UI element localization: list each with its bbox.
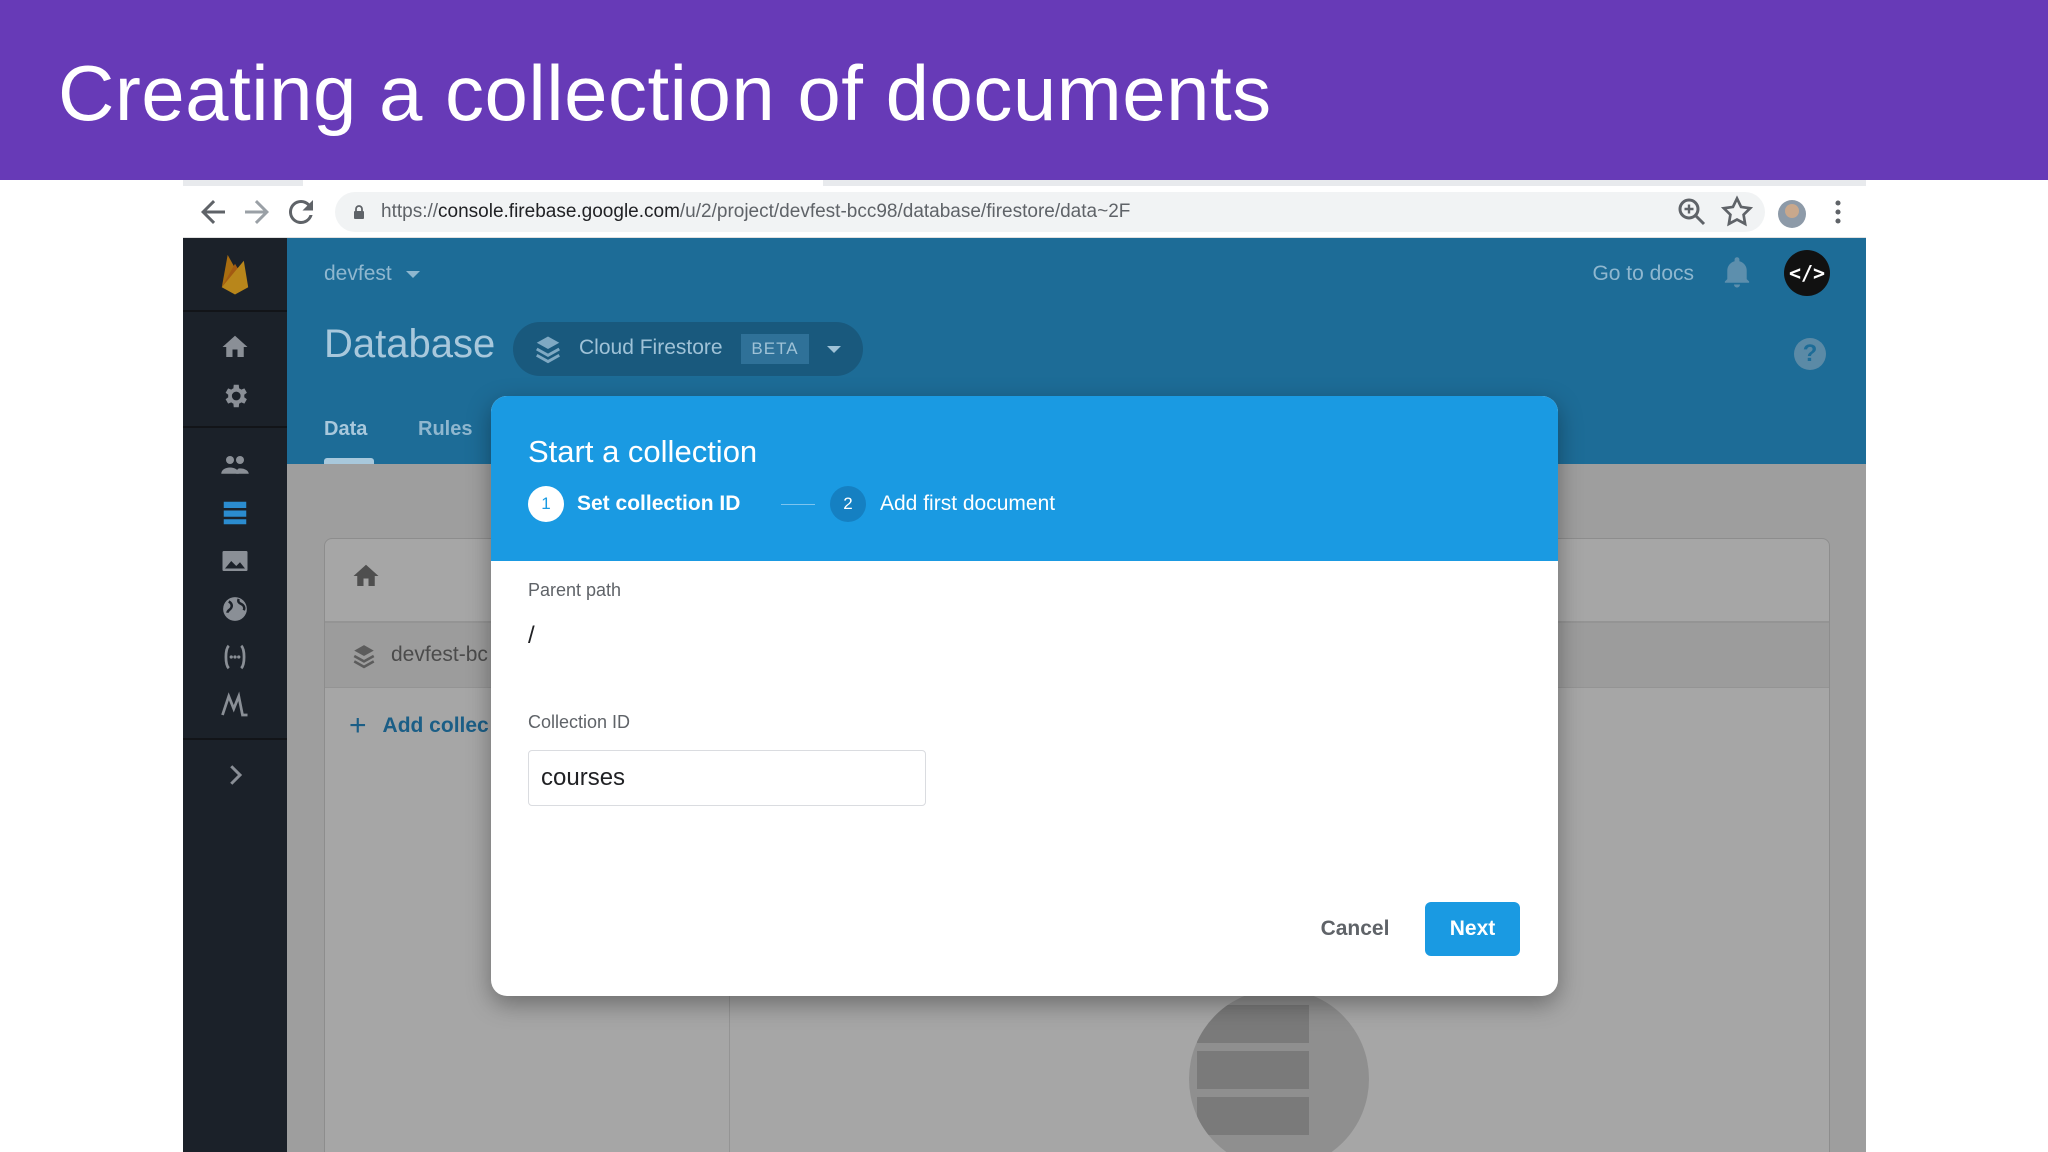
- tab-rules[interactable]: Rules: [418, 418, 472, 441]
- image-icon[interactable]: [220, 546, 250, 576]
- step-2-label: Add first document: [880, 492, 1056, 515]
- developer-code-button[interactable]: </>: [1784, 250, 1830, 296]
- chevron-down-icon: [827, 346, 841, 353]
- empty-state-illustration: [1189, 989, 1369, 1152]
- add-collection-button[interactable]: + Add collec: [349, 709, 489, 743]
- parent-path-value: /: [528, 622, 535, 649]
- sidenav-divider: [183, 738, 287, 740]
- slide-title: Creating a collection of documents: [58, 49, 1272, 137]
- layers-icon: [353, 645, 375, 669]
- sidenav-divider: [183, 310, 287, 312]
- profile-avatar[interactable]: [1778, 200, 1806, 228]
- server-illustration-bar: [1197, 1051, 1309, 1089]
- home-icon[interactable]: [351, 561, 381, 591]
- collection-id-label: Collection ID: [528, 712, 631, 732]
- plus-icon: +: [349, 709, 367, 742]
- dialog-title: Start a collection: [528, 434, 758, 469]
- sidenav-divider: [183, 426, 287, 428]
- tab-data[interactable]: Data: [324, 418, 367, 441]
- start-collection-dialog: Start a collection 1 Set collection ID 2…: [491, 396, 1558, 996]
- go-to-docs-link[interactable]: Go to docs: [1592, 262, 1694, 286]
- step-1-number: 1: [528, 486, 564, 522]
- database-selector[interactable]: Cloud Firestore BETA: [513, 322, 863, 376]
- firebase-logo[interactable]: [217, 252, 253, 296]
- globe-icon[interactable]: [220, 594, 250, 624]
- slide-header: Creating a collection of documents: [0, 0, 2048, 180]
- functions-icon[interactable]: [220, 642, 250, 672]
- users-icon[interactable]: [220, 450, 250, 480]
- page-title: Database: [324, 322, 496, 366]
- reload-icon[interactable]: [283, 194, 319, 230]
- url-text: https://console.firebase.google.com/u/2/…: [381, 201, 1131, 222]
- browser-toolbar: https://console.firebase.google.com/u/2/…: [183, 186, 1866, 238]
- star-icon[interactable]: [1719, 194, 1755, 230]
- forward-arrow-icon[interactable]: [239, 194, 275, 230]
- stepper-connector: [781, 504, 815, 505]
- back-arrow-icon[interactable]: [195, 194, 231, 230]
- sidenav: [183, 238, 287, 1152]
- layers-icon: [536, 336, 560, 364]
- bell-icon[interactable]: [1722, 256, 1752, 290]
- cancel-button[interactable]: Cancel: [1310, 902, 1400, 956]
- dialog-header: Start a collection 1 Set collection ID 2…: [491, 396, 1558, 561]
- zoom-icon[interactable]: [1674, 194, 1710, 230]
- next-button[interactable]: Next: [1425, 902, 1520, 956]
- database-icon[interactable]: [220, 498, 250, 528]
- home-icon[interactable]: [220, 332, 250, 362]
- server-illustration-bar: [1197, 1097, 1309, 1135]
- collection-id-input[interactable]: [528, 750, 926, 806]
- database-selector-label: Cloud Firestore: [579, 336, 723, 359]
- address-bar[interactable]: https://console.firebase.google.com/u/2/…: [335, 192, 1765, 232]
- server-illustration-bar: [1197, 1005, 1309, 1043]
- beta-badge: BETA: [741, 334, 809, 364]
- kebab-menu-icon[interactable]: [1820, 194, 1856, 230]
- help-icon[interactable]: ?: [1794, 338, 1826, 370]
- project-selector[interactable]: devfest: [324, 262, 420, 286]
- lock-icon: [354, 205, 364, 219]
- database-root-name[interactable]: devfest-bc: [391, 643, 488, 667]
- step-2-number: 2: [830, 486, 866, 522]
- ml-icon[interactable]: [220, 690, 250, 720]
- active-tab-indicator: [324, 458, 374, 464]
- chevron-down-icon: [405, 270, 420, 278]
- parent-path-label: Parent path: [528, 580, 622, 600]
- step-1-label: Set collection ID: [577, 492, 741, 515]
- gear-icon[interactable]: [220, 381, 250, 411]
- chevron-right-icon[interactable]: [220, 760, 250, 790]
